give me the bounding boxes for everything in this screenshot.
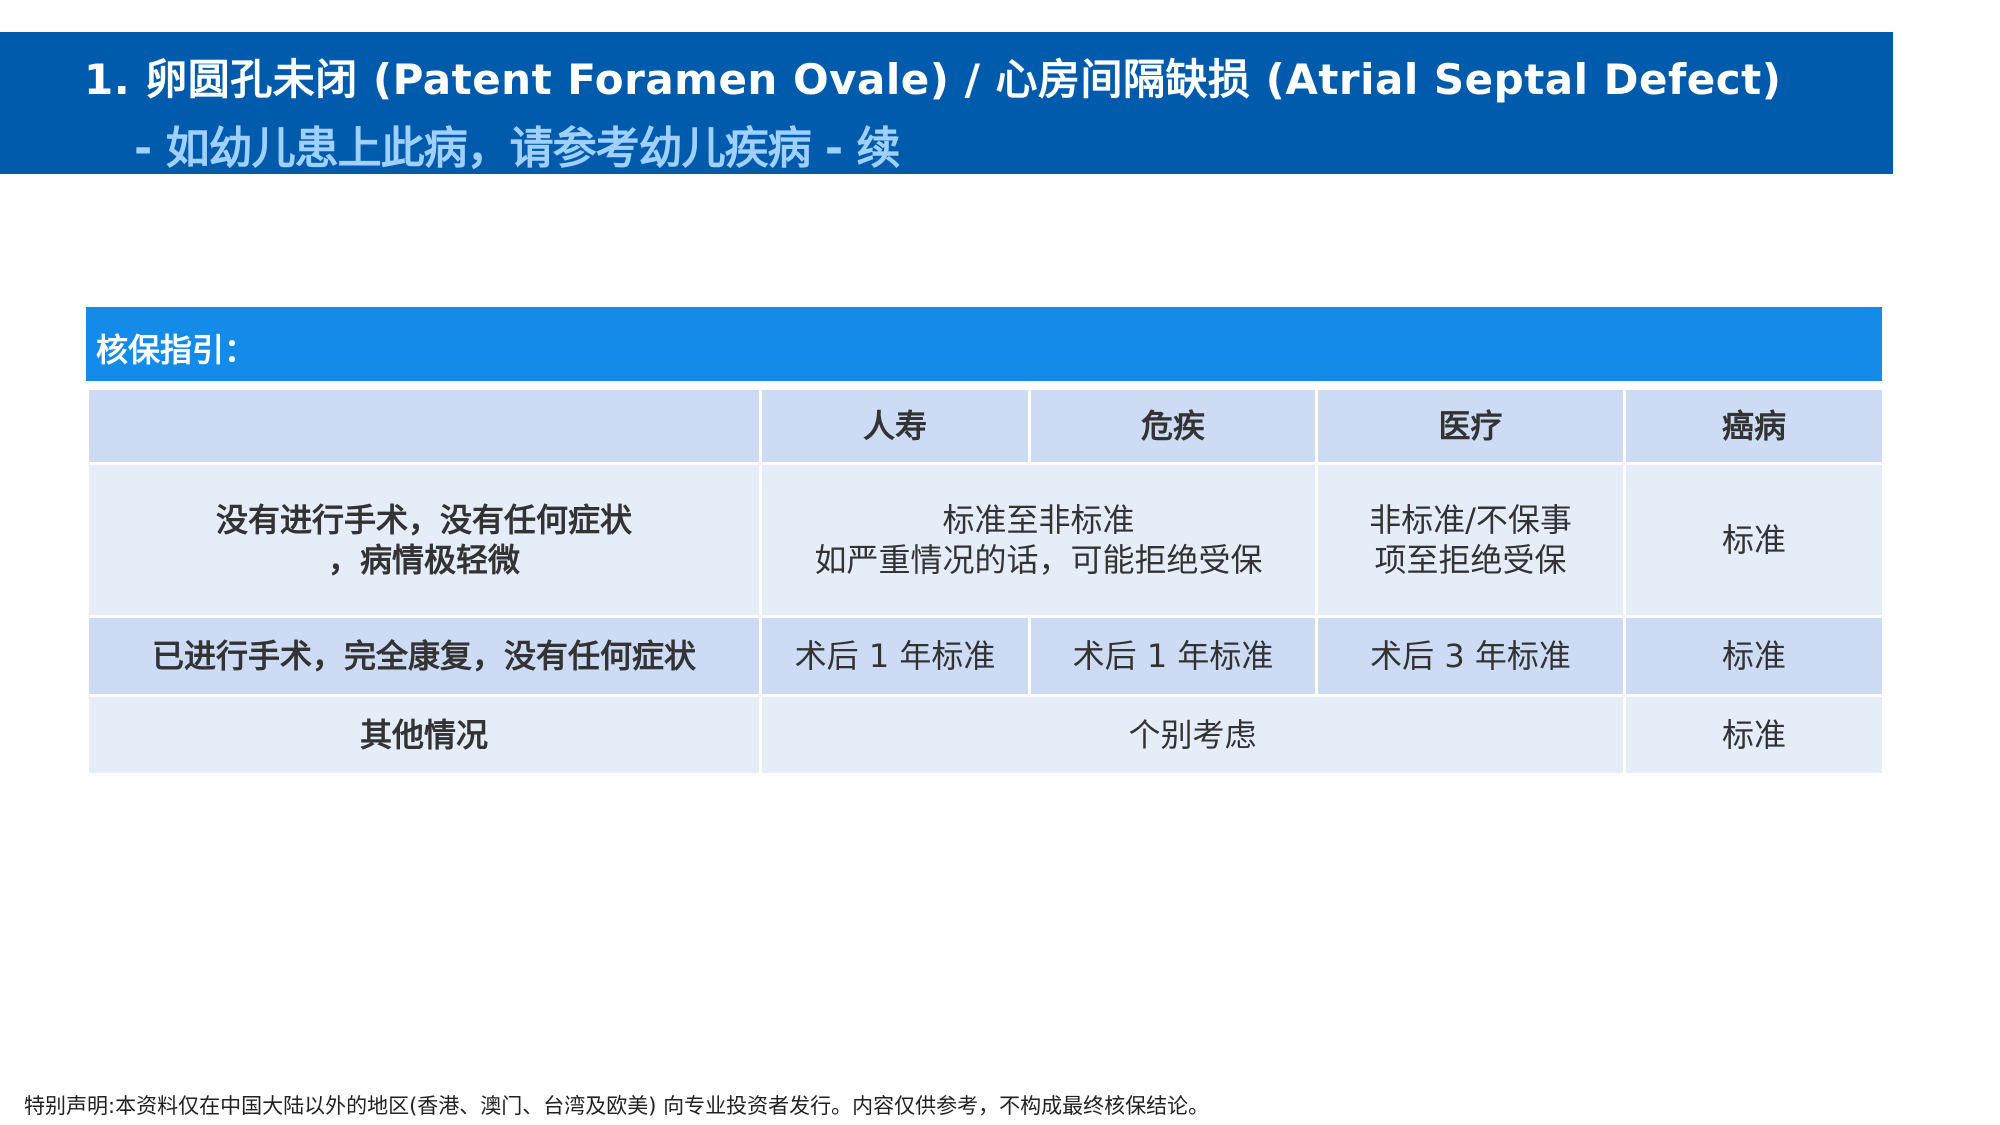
cell-cancer-post-surgery: 标准 xyxy=(1623,615,1885,697)
row-label-post-surgery: 已进行手术，完全康复，没有任何症状 xyxy=(86,615,762,697)
row-label-other: 其他情况 xyxy=(86,694,762,776)
cell-life-post-surgery: 术后 1 年标准 xyxy=(759,615,1031,697)
guide-banner xyxy=(86,307,1882,381)
header-cell-life: 人寿 xyxy=(759,387,1031,465)
table-row: 其他情况 个别考虑 标准 xyxy=(86,694,1885,776)
cell-cancer-other: 标准 xyxy=(1623,694,1885,776)
table-row: 没有进行手术，没有任何症状 ，病情极轻微 标准至非标准 如严重情况的话，可能拒绝… xyxy=(86,462,1885,618)
header-cell-medical: 医疗 xyxy=(1315,387,1626,465)
header-cell-cancer: 癌病 xyxy=(1623,387,1885,465)
cell-cancer-no-surgery: 标准 xyxy=(1623,462,1885,618)
header-cell-empty xyxy=(86,387,762,465)
cell-individual-consideration: 个别考虑 xyxy=(759,694,1626,776)
page-title: 1. 卵圆孔未闭 (Patent Foramen Ovale) / 心房间隔缺损… xyxy=(84,55,1782,104)
page-subtitle: - 如幼儿患上此病，请参考幼儿疾病 - 续 xyxy=(134,123,900,174)
cell-life-critical-no-surgery: 标准至非标准 如严重情况的话，可能拒绝受保 xyxy=(759,462,1318,618)
disclaimer-footer: 特别声明:本资料仅在中国大陆以外的地区(香港、澳门、台湾及欧美) 向专业投资者发… xyxy=(24,1094,1210,1118)
table-header-row: 人寿 危疾 医疗 癌病 xyxy=(86,387,1885,465)
cell-medical-no-surgery: 非标准/不保事 项至拒绝受保 xyxy=(1315,462,1626,618)
cell-critical-post-surgery: 术后 1 年标准 xyxy=(1028,615,1318,697)
underwriting-table: 人寿 危疾 医疗 癌病 没有进行手术，没有任何症状 ，病情极轻微 标准至非标准 … xyxy=(86,387,1885,776)
table-row: 已进行手术，完全康复，没有任何症状 术后 1 年标准 术后 1 年标准 术后 3… xyxy=(86,615,1885,697)
guide-label: 核保指引： xyxy=(96,331,257,369)
header-cell-critical-illness: 危疾 xyxy=(1028,387,1318,465)
row-label-no-surgery: 没有进行手术，没有任何症状 ，病情极轻微 xyxy=(86,462,762,618)
cell-medical-post-surgery: 术后 3 年标准 xyxy=(1315,615,1626,697)
